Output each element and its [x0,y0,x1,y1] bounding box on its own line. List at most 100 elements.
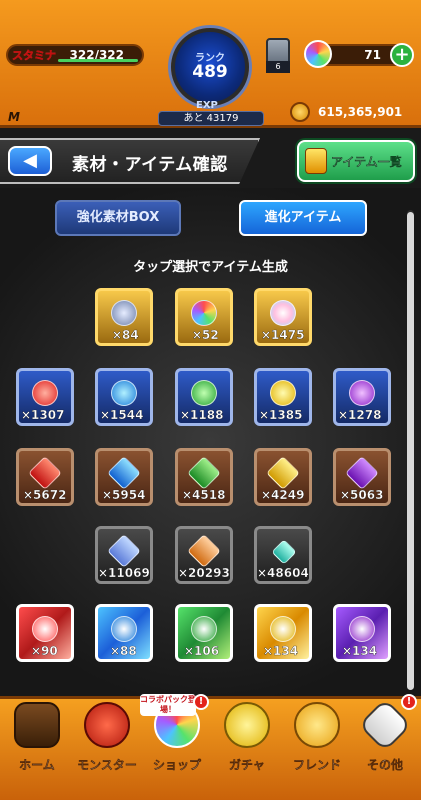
rank-value: 489 [192,62,228,82]
item-water-rainbow-beast[interactable]: ×88 [95,604,153,662]
item-teal-crystal[interactable]: ×48604 [254,526,312,584]
sphere-icon [270,300,296,326]
nav-label: その他 [366,758,403,772]
blue-crystal-icon [107,534,141,568]
light-stone-icon [266,456,300,490]
tab-evolution-items[interactable]: 進化アイテム [239,200,367,236]
dark-orb-icon [349,380,375,406]
nav-label: ショップ [152,758,201,772]
item-fire-stone[interactable]: ×5672 [16,448,74,506]
item-fire-rainbow-beast[interactable]: ×90 [16,604,74,662]
item-dark-stone[interactable]: ×5063 [333,448,391,506]
nav-home[interactable]: ホーム [2,700,72,798]
nav-gacha[interactable]: ガチャ [212,700,282,798]
item-count: ×4249 [261,488,305,502]
page-title: 素材・アイテム確認 [72,155,228,175]
item-count: ×1385 [259,408,303,422]
item-rainbow-sphere[interactable]: ×1475 [254,288,312,346]
nav-friend[interactable]: フレンド [282,700,352,798]
stamina-meter: スタミナ 322/322 [6,44,144,66]
orb-count: 71 [364,48,381,62]
item-count: ×1307 [21,408,65,422]
hint-text: タップ選択でアイテム生成 [133,260,288,275]
item-count: ×1278 [338,408,382,422]
light-orb-icon [270,380,296,406]
item-count: ×90 [31,644,58,658]
item-dark-orb[interactable]: ×1278 [333,368,391,426]
item-count: ×48604 [257,566,309,580]
buy-orbs-button[interactable]: + [390,43,414,67]
item-count: ×52 [192,328,219,342]
tab-enhance-materials[interactable]: 強化素材BOX [55,200,181,236]
item-orange-crystal[interactable]: ×20293 [175,526,233,584]
emblem-icon [111,300,137,326]
item-count: ×1544 [100,408,144,422]
nav-label: ホーム [19,758,55,772]
item-wood-rainbow-beast[interactable]: ×106 [175,604,233,662]
back-button[interactable]: ◀ [8,146,52,176]
teal-crystal-icon [271,539,297,565]
exp-label: EXP [196,100,218,111]
item-wood-orb[interactable]: ×1188 [175,368,233,426]
wood-beast-icon [191,616,217,642]
rank-badge[interactable]: ランク 489 [171,28,249,106]
friend-icon [294,702,340,748]
hook-icon [191,300,217,326]
home-icon [14,702,60,748]
water-stone-icon [107,456,141,490]
item-special-emblem[interactable]: ×84 [95,288,153,346]
item-wood-stone[interactable]: ×4518 [175,448,233,506]
light-beast-icon [270,616,296,642]
item-rainbow-hook[interactable]: ×52 [175,288,233,346]
item-count: ×11069 [98,566,150,580]
fire-stone-icon [28,456,62,490]
gold-coin-icon [290,102,310,122]
water-beast-icon [111,616,137,642]
nav-label: モンスター [77,758,137,772]
item-count: ×1188 [180,408,224,422]
lantern-count: 6 [266,61,290,73]
item-count: ×20293 [178,566,230,580]
item-light-rainbow-beast[interactable]: ×134 [254,604,312,662]
item-list-button[interactable]: アイテム一覧 [297,140,415,182]
dark-stone-icon [345,456,379,490]
item-count: ×88 [110,644,137,658]
item-blue-crystal[interactable]: ×11069 [95,526,153,584]
item-count: ×84 [112,328,139,342]
exp-remaining: あと 43179 [158,111,264,126]
nav-other[interactable]: その他 [350,698,420,798]
dark-beast-icon [349,616,375,642]
item-water-stone[interactable]: ×5954 [95,448,153,506]
coin-value: 615,365,901 [318,105,403,119]
scrollbar-thumb[interactable] [407,212,414,690]
nav-label: フレンド [292,758,341,772]
item-count: ×5954 [102,488,146,502]
wood-orb-icon [191,380,217,406]
stamina-label: スタミナ [12,49,57,63]
fire-orb-icon [32,380,58,406]
item-light-stone[interactable]: ×4249 [254,448,312,506]
item-count: ×134 [263,644,299,658]
item-fire-orb[interactable]: ×1307 [16,368,74,426]
item-dark-rainbow-beast[interactable]: ×134 [333,604,391,662]
item-light-orb[interactable]: ×1385 [254,368,312,426]
item-list-icon [305,148,327,174]
nav-monster[interactable]: モンスター [72,700,142,798]
item-count: ×106 [184,644,220,658]
item-list-label: アイテム一覧 [331,155,402,169]
item-count: ×1475 [261,328,305,342]
other-alert-icon: ! [401,694,417,710]
item-count: ×5063 [340,488,384,502]
water-orb-icon [111,380,137,406]
fire-beast-icon [32,616,58,642]
orb-icon [304,40,332,68]
top-status-bar: スタミナ 322/322 ランク 489 EXP あと 43179 6 71 +… [0,0,421,128]
stamina-bar [58,59,138,62]
monster-icon [84,702,130,748]
wood-stone-icon [187,456,221,490]
orange-crystal-icon [187,534,221,568]
item-count: ×5672 [23,488,67,502]
item-water-orb[interactable]: ×1544 [95,368,153,426]
item-count: ×4518 [182,488,226,502]
collab-pack-badge: コラボパック登場！ [140,694,196,716]
